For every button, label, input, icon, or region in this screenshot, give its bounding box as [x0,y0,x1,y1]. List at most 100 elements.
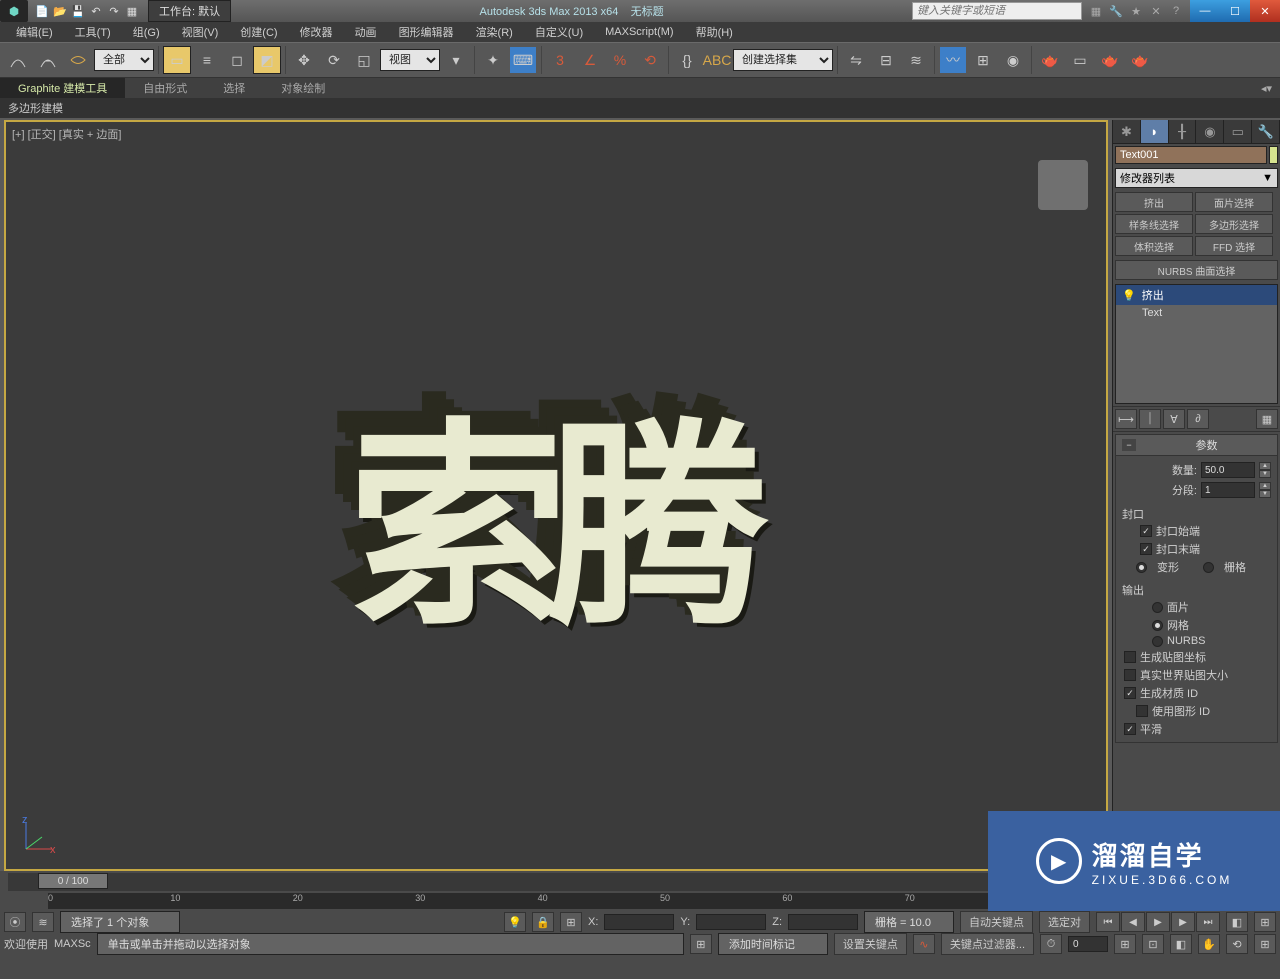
selbtn-ffdsel[interactable]: FFD 选择 [1195,236,1273,256]
redo-icon[interactable]: ↷ [106,3,122,19]
configure-icon[interactable]: ▦ [1256,409,1278,429]
new-icon[interactable]: 📄 [34,3,50,19]
zoom-all-icon[interactable]: ⊡ [1142,934,1164,954]
selbtn-nurbs[interactable]: NURBS 曲面选择 [1115,260,1278,280]
key-filters-button[interactable]: 关键点过滤器... [941,933,1034,955]
object-color-swatch[interactable] [1269,146,1278,164]
prev-frame-icon[interactable]: ◀ [1121,912,1145,932]
ribbon-expand-icon[interactable]: ◂▾ [1253,82,1280,95]
infocenter-icon[interactable]: ▦ [1088,3,1104,19]
ribbon-tab-selection[interactable]: 选择 [205,78,263,98]
play-icon[interactable]: ▶ [1146,912,1170,932]
gen-matid-checkbox[interactable]: ✓ [1124,687,1136,699]
bind-spacewarp-icon[interactable] [64,46,92,74]
selected-range-button[interactable]: 选定对 [1039,911,1090,933]
ref-coord-system[interactable]: 视图 [380,49,440,71]
mirror-icon[interactable]: ⇋ [842,46,870,74]
favorite-icon[interactable]: ★ [1128,3,1144,19]
xform-lock-icon[interactable]: ⊞ [1254,912,1276,932]
remove-mod-icon[interactable]: ∂ [1187,409,1209,429]
collapse-icon[interactable]: − [1122,439,1136,451]
select-link-icon[interactable] [4,46,32,74]
cap-end-checkbox[interactable]: ✓ [1140,543,1152,555]
window-crossing-icon[interactable]: ◩ [253,46,281,74]
selbtn-polysel[interactable]: 多边形选择 [1195,214,1273,234]
help-search-input[interactable] [912,2,1082,20]
ribbon-tab-objpaint[interactable]: 对象绘制 [263,78,343,98]
layers-icon[interactable]: ≋ [902,46,930,74]
modifier-list-dropdown[interactable]: 修改器列表▼ [1115,168,1278,188]
workspace-selector[interactable]: 工作台: 默认 [148,0,231,22]
z-input[interactable] [788,914,858,930]
schematic-view-icon[interactable]: ⊞ [969,46,997,74]
display-tab-icon[interactable]: ▭ [1224,120,1252,143]
manipulate-icon[interactable]: ✦ [479,46,507,74]
exchange-icon[interactable]: 🔧 [1108,3,1124,19]
menu-create[interactable]: 创建(C) [230,22,287,42]
rotate-icon[interactable]: ⟳ [320,46,348,74]
selbtn-volsel[interactable]: 体积选择 [1115,236,1193,256]
angle-snap-icon[interactable]: ∠ [576,46,604,74]
cap-start-checkbox[interactable]: ✓ [1140,525,1152,537]
stack-item-text[interactable]: Text [1116,305,1277,321]
viewport[interactable]: [+] [正交] [真实 + 边面] 索腾 zx [4,120,1108,871]
grid-radio[interactable] [1203,562,1214,573]
time-slider-thumb[interactable]: 0 / 100 [38,873,108,889]
set-key-button[interactable]: 设置关键点 [834,933,907,955]
open-icon[interactable]: 📂 [52,3,68,19]
menu-rendering[interactable]: 渲染(R) [466,22,523,42]
gen-mapping-checkbox[interactable] [1124,651,1136,663]
ribbon-tab-freeform[interactable]: 自由形式 [125,78,205,98]
current-frame-input[interactable] [1068,936,1108,952]
maximize-button[interactable]: ☐ [1220,0,1250,22]
object-name-input[interactable] [1115,146,1267,164]
hierarchy-tab-icon[interactable]: ╂ [1169,120,1197,143]
nurbs-radio[interactable] [1152,636,1163,647]
stack-item-extrude[interactable]: 💡挤出 [1116,285,1277,305]
smooth-checkbox[interactable]: ✓ [1124,723,1136,735]
menu-maxscript[interactable]: MAXScript(M) [595,24,683,40]
abs-rel-icon[interactable]: ⊞ [560,912,582,932]
segments-spinner[interactable]: ▲▼ [1259,482,1271,498]
undo-icon[interactable]: ↶ [88,3,104,19]
selbtn-patchsel[interactable]: 面片选择 [1195,192,1273,212]
ribbon-panel[interactable]: 多边形建模 [0,98,1280,118]
x-input[interactable] [604,914,674,930]
max-viewport-icon[interactable]: ⊞ [1254,934,1276,954]
selection-filter[interactable]: 全部 [94,49,154,71]
y-input[interactable] [696,914,766,930]
render-setup-icon[interactable]: 🫖 [1036,46,1064,74]
selbtn-extrude[interactable]: 挤出 [1115,192,1193,212]
listener-icon[interactable]: ⊞ [690,934,712,954]
pan-icon[interactable]: ✋ [1198,934,1220,954]
align-icon[interactable]: ⊟ [872,46,900,74]
lightbulb-icon[interactable]: 💡 [1122,289,1136,302]
real-world-checkbox[interactable] [1124,669,1136,681]
menu-help[interactable]: 帮助(H) [686,22,743,42]
orbit-icon[interactable]: ⟲ [1226,934,1248,954]
material-editor-icon[interactable]: ◉ [999,46,1027,74]
scale-icon[interactable]: ◱ [350,46,378,74]
auto-key-button[interactable]: 自动关键点 [960,911,1033,933]
patch-radio[interactable] [1152,602,1163,613]
signin-icon[interactable]: ✕ [1148,3,1164,19]
menu-customize[interactable]: 自定义(U) [525,22,593,42]
menu-group[interactable]: 组(G) [123,22,170,42]
select-by-name-icon[interactable]: ≡ [193,46,221,74]
fov-icon[interactable]: ◧ [1170,934,1192,954]
curve-editor-icon[interactable]: 〰 [939,46,967,74]
modify-tab-icon[interactable]: ◗ [1141,120,1169,143]
show-end-icon[interactable]: ⏐ [1139,409,1161,429]
lock-icon[interactable]: 🔒 [532,912,554,932]
menu-grapheditors[interactable]: 图形编辑器 [389,22,464,42]
next-frame-icon[interactable]: ▶ [1171,912,1195,932]
menu-views[interactable]: 视图(V) [172,22,229,42]
spinner-snap-icon[interactable]: ⟲ [636,46,664,74]
zoom-ext-icon[interactable]: ⊞ [1114,934,1136,954]
lock-sel-icon[interactable]: 💡 [504,912,526,932]
snap-3-icon[interactable]: 3 [546,46,574,74]
pivot-center-icon[interactable]: ▾ [442,46,470,74]
time-tag-button[interactable]: 添加时间标记 [718,933,828,955]
edit-named-sel-icon[interactable]: {} [673,46,701,74]
goto-end-icon[interactable]: ⏭ [1196,912,1220,932]
